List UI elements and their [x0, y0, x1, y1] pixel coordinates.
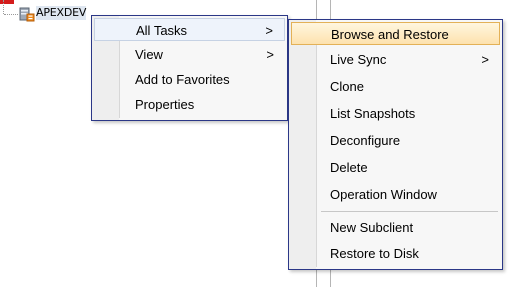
menu-item-label: All Tasks: [136, 23, 188, 38]
menu-item-label: Delete: [330, 160, 368, 175]
menu-item-label: Operation Window: [330, 187, 437, 202]
menu-item-browse-and-restore[interactable]: Browse and Restore: [291, 22, 500, 45]
menu-item-label: Restore to Disk: [330, 246, 419, 261]
menu-item-label: Browse and Restore: [331, 27, 449, 42]
menu-item-label: Properties: [135, 97, 195, 112]
menu-item-label: View: [135, 47, 163, 62]
menu-item-label: Add to Favorites: [135, 72, 230, 87]
menu-item-restore-to-disk[interactable]: Restore to Disk: [291, 242, 500, 265]
menu-item-label: Deconfigure: [330, 133, 401, 148]
menu-item-label: Live Sync: [330, 52, 387, 67]
submenu-arrow-icon: >: [266, 47, 274, 62]
submenu-arrow-icon: >: [481, 52, 489, 67]
menu-item-properties[interactable]: Properties: [94, 93, 285, 116]
menu-item-live-sync[interactable]: Live Sync >: [291, 48, 500, 71]
menu-item-new-subclient[interactable]: New Subclient: [291, 216, 500, 239]
menu-item-list-snapshots[interactable]: List Snapshots: [291, 102, 500, 125]
menu-item-view[interactable]: View >: [94, 43, 285, 66]
menu-item-label: Clone: [330, 79, 364, 94]
menu-item-deconfigure[interactable]: Deconfigure: [291, 129, 500, 152]
menu-item-label: List Snapshots: [330, 106, 416, 121]
menu-item-operation-window[interactable]: Operation Window: [291, 183, 500, 206]
menu-separator: [321, 211, 498, 212]
menu-item-clone[interactable]: Clone: [291, 75, 500, 98]
tree-connector-horizontal: [4, 14, 18, 15]
server-database-icon: [18, 5, 35, 22]
tree-node-label[interactable]: APEXDEV: [36, 6, 86, 20]
menu-item-all-tasks[interactable]: All Tasks >: [94, 18, 285, 41]
menu-item-add-to-favorites[interactable]: Add to Favorites: [94, 68, 285, 91]
submenu-arrow-icon: >: [265, 23, 273, 38]
all-tasks-submenu: Browse and Restore Live Sync > Clone Lis…: [288, 19, 503, 270]
context-menu: All Tasks > View > Add to Favorites Prop…: [91, 15, 288, 121]
menu-item-label: New Subclient: [330, 220, 414, 235]
tree-connector-vertical: [3, 0, 4, 14]
menu-item-delete[interactable]: Delete: [291, 156, 500, 179]
